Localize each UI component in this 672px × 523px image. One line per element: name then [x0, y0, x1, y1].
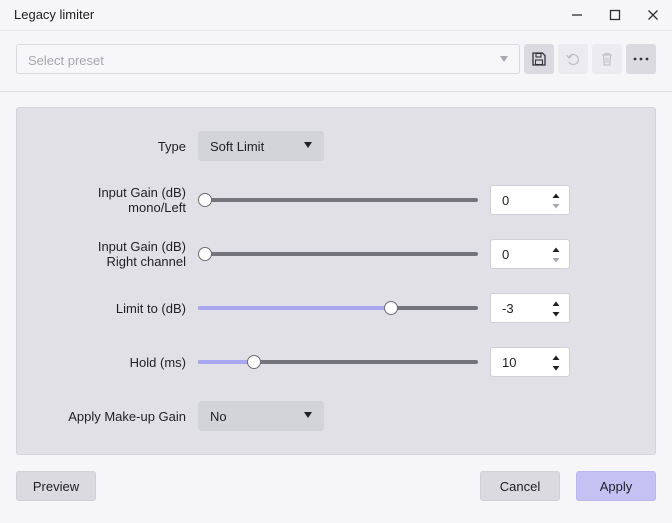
slider-fill	[198, 360, 254, 364]
slider-thumb[interactable]	[198, 193, 212, 207]
title-bar: Legacy limiter	[0, 0, 672, 30]
input-gain-right-label-line2: Right channel	[106, 254, 187, 269]
trash-icon	[602, 52, 612, 66]
close-button[interactable]	[642, 4, 664, 26]
delete-preset-button[interactable]	[592, 44, 622, 74]
increment-icon[interactable]	[551, 354, 561, 362]
input-gain-left-label-line2: mono/Left	[128, 200, 186, 215]
type-dropdown[interactable]: Soft Limit	[198, 131, 324, 161]
makeup-gain-value: No	[210, 409, 227, 424]
increment-icon[interactable]	[551, 300, 561, 308]
slider-thumb[interactable]	[384, 301, 399, 315]
toolbar-divider	[0, 91, 672, 92]
hold-value: 10	[502, 355, 517, 370]
input-gain-left-value: 0	[502, 193, 510, 208]
chevron-down-icon	[304, 142, 312, 148]
decrement-icon[interactable]	[551, 256, 561, 264]
preview-button[interactable]: Preview	[16, 471, 96, 501]
maximize-button[interactable]	[604, 4, 626, 26]
hold-spinbox[interactable]: 10	[490, 347, 570, 377]
save-icon	[532, 52, 546, 66]
input-gain-right-value: 0	[502, 247, 510, 262]
input-gain-right-spinbox[interactable]: 0	[490, 239, 570, 269]
window-title: Legacy limiter	[14, 7, 95, 22]
more-options-button[interactable]	[626, 44, 656, 74]
increment-icon[interactable]	[551, 192, 561, 200]
chevron-down-icon	[304, 412, 312, 418]
input-gain-right-label: Input Gain (dB) Right channel	[98, 239, 186, 269]
minimize-icon	[572, 14, 582, 16]
input-gain-right-label-line1: Input Gain (dB)	[97, 239, 186, 254]
hold-slider[interactable]	[198, 354, 478, 370]
input-gain-left-slider[interactable]	[198, 192, 478, 208]
title-divider	[0, 30, 672, 31]
slider-track	[198, 198, 478, 202]
slider-fill	[198, 306, 392, 310]
more-icon	[633, 57, 649, 61]
slider-thumb[interactable]	[198, 247, 212, 261]
input-gain-left-spinbox[interactable]: 0	[490, 185, 570, 215]
makeup-gain-dropdown[interactable]: No	[198, 401, 324, 431]
limit-to-label: Limit to (dB)	[115, 301, 186, 316]
apply-button[interactable]: Apply	[576, 471, 656, 501]
type-value: Soft Limit	[210, 139, 265, 154]
chevron-down-icon	[500, 56, 508, 62]
input-gain-left-label: Input Gain (dB) mono/Left	[98, 185, 186, 215]
limit-to-value: -3	[502, 301, 514, 316]
decrement-icon[interactable]	[551, 364, 561, 372]
undo-icon	[566, 53, 579, 66]
decrement-icon[interactable]	[551, 310, 561, 318]
limit-to-spinbox[interactable]: -3	[490, 293, 570, 323]
slider-thumb[interactable]	[247, 355, 261, 369]
slider-track	[198, 252, 478, 256]
minimize-button[interactable]	[566, 4, 588, 26]
close-icon	[648, 10, 658, 20]
cancel-button[interactable]: Cancel	[480, 471, 560, 501]
preset-placeholder: Select preset	[28, 53, 104, 68]
input-gain-right-slider[interactable]	[198, 246, 478, 262]
hold-label: Hold (ms)	[129, 355, 186, 370]
preset-select[interactable]: Select preset	[16, 44, 520, 74]
increment-icon[interactable]	[551, 246, 561, 254]
makeup-gain-label: Apply Make-up Gain	[68, 409, 186, 424]
maximize-icon	[609, 9, 621, 21]
type-label: Type	[157, 139, 186, 154]
save-preset-button[interactable]	[524, 44, 554, 74]
settings-panel	[16, 107, 656, 455]
limit-to-slider[interactable]	[198, 300, 478, 316]
decrement-icon[interactable]	[551, 202, 561, 210]
input-gain-left-label-line1: Input Gain (dB)	[97, 185, 186, 200]
undo-preset-button[interactable]	[558, 44, 588, 74]
